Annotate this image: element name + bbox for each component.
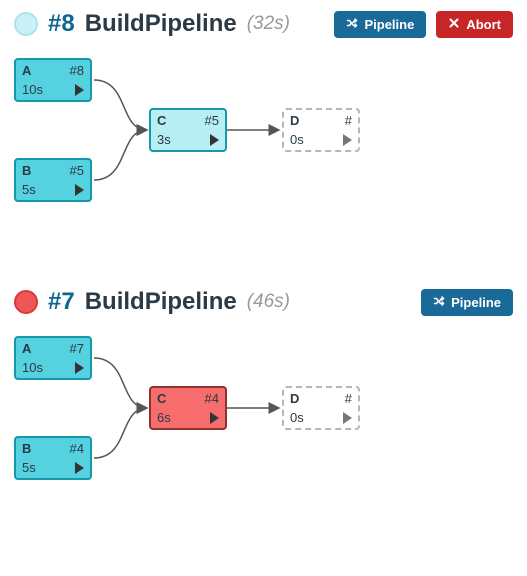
status-indicator-running: [14, 12, 38, 36]
node-name: A: [22, 63, 31, 78]
play-icon[interactable]: [210, 412, 219, 424]
node-duration: 10s: [22, 82, 43, 97]
close-icon: [448, 17, 460, 32]
pipeline-node[interactable]: D # 0s: [282, 108, 360, 152]
pipeline-graph: A #8 10s B #5 5s C #5 3s D # 0s: [14, 58, 513, 248]
node-run: #: [345, 391, 352, 406]
node-run: #8: [70, 63, 84, 78]
play-icon[interactable]: [75, 362, 84, 374]
node-run: #: [345, 113, 352, 128]
pipeline-button[interactable]: Pipeline: [334, 11, 426, 38]
build-run-link[interactable]: #7: [48, 288, 75, 316]
node-name: D: [290, 113, 299, 128]
build-card: #8 BuildPipeline (32s) Pipeline Abort: [14, 10, 513, 248]
play-icon[interactable]: [343, 134, 352, 146]
abort-button-label: Abort: [466, 17, 501, 32]
node-run: #7: [70, 341, 84, 356]
play-icon[interactable]: [343, 412, 352, 424]
node-duration: 10s: [22, 360, 43, 375]
pipeline-node[interactable]: C #4 6s: [149, 386, 227, 430]
node-run: #4: [70, 441, 84, 456]
build-elapsed: (46s): [247, 291, 290, 313]
abort-button[interactable]: Abort: [436, 11, 513, 38]
build-card: #7 BuildPipeline (46s) Pipeline A #7 10s: [14, 288, 513, 526]
pipeline-node[interactable]: A #7 10s: [14, 336, 92, 380]
build-elapsed: (32s): [247, 13, 290, 35]
build-header: #8 BuildPipeline (32s) Pipeline Abort: [14, 10, 513, 38]
node-duration: 3s: [157, 132, 171, 147]
build-run-link[interactable]: #8: [48, 10, 75, 38]
node-name: B: [22, 441, 31, 456]
node-run: #5: [70, 163, 84, 178]
pipeline-node[interactable]: B #4 5s: [14, 436, 92, 480]
node-run: #5: [205, 113, 219, 128]
build-name: BuildPipeline: [85, 10, 237, 38]
node-name: B: [22, 163, 31, 178]
play-icon[interactable]: [75, 462, 84, 474]
shuffle-icon: [346, 17, 358, 32]
node-duration: 0s: [290, 410, 304, 425]
pipeline-button-label: Pipeline: [451, 295, 501, 310]
pipeline-node[interactable]: C #5 3s: [149, 108, 227, 152]
pipeline-node[interactable]: B #5 5s: [14, 158, 92, 202]
node-name: C: [157, 391, 166, 406]
play-icon[interactable]: [210, 134, 219, 146]
pipeline-node[interactable]: D # 0s: [282, 386, 360, 430]
node-duration: 6s: [157, 410, 171, 425]
node-duration: 0s: [290, 132, 304, 147]
pipeline-button-label: Pipeline: [364, 17, 414, 32]
play-icon[interactable]: [75, 84, 84, 96]
status-indicator-fail: [14, 290, 38, 314]
pipeline-node[interactable]: A #8 10s: [14, 58, 92, 102]
node-run: #4: [205, 391, 219, 406]
build-name: BuildPipeline: [85, 288, 237, 316]
shuffle-icon: [433, 295, 445, 310]
node-name: A: [22, 341, 31, 356]
play-icon[interactable]: [75, 184, 84, 196]
node-name: D: [290, 391, 299, 406]
pipeline-graph: A #7 10s B #4 5s C #4 6s D # 0s: [14, 336, 513, 526]
node-name: C: [157, 113, 166, 128]
build-header: #7 BuildPipeline (46s) Pipeline: [14, 288, 513, 316]
pipeline-button[interactable]: Pipeline: [421, 289, 513, 316]
node-duration: 5s: [22, 182, 36, 197]
node-duration: 5s: [22, 460, 36, 475]
